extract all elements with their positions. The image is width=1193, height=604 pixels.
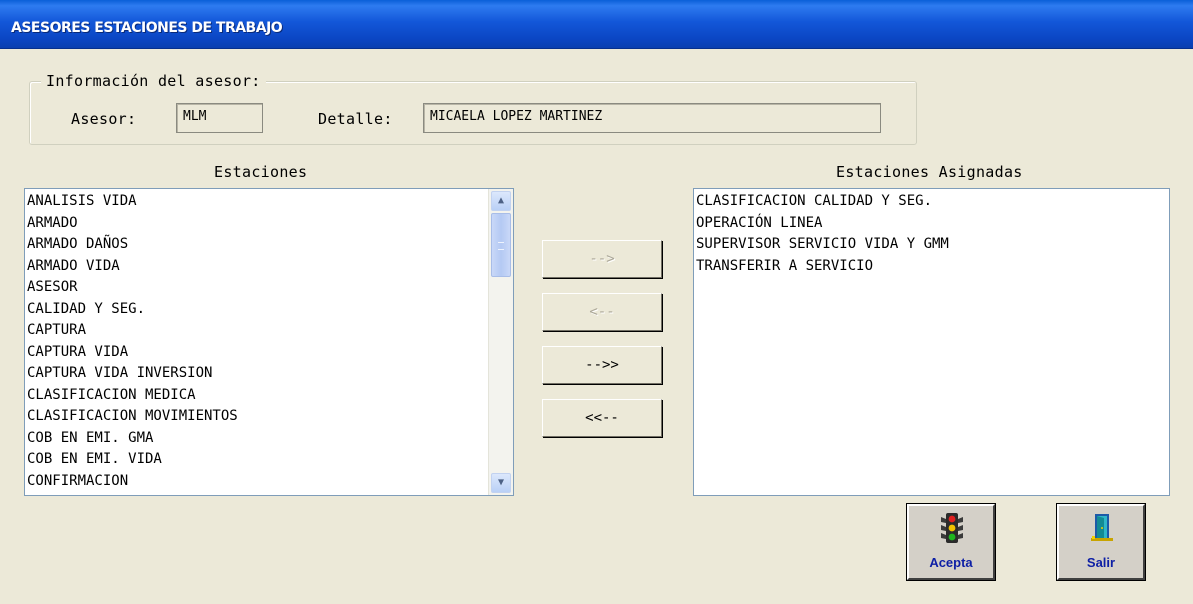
detalle-field[interactable]: MICAELA LOPEZ MARTINEZ [423, 103, 881, 133]
assigned-station-list-item[interactable]: TRANSFERIR A SERVICIO [694, 256, 1169, 278]
scroll-down-icon[interactable]: ▼ [491, 473, 511, 493]
station-list-item[interactable]: CAPTURA VIDA [25, 342, 513, 364]
assigned-station-list-item[interactable]: SUPERVISOR SERVICIO VIDA Y GMM [694, 234, 1169, 256]
traffic-light-icon [941, 513, 963, 543]
exit-button-label: Salir [1086, 555, 1116, 570]
assigned-station-list-item[interactable]: CLASIFICACION CALIDAD Y SEG. [694, 191, 1169, 213]
station-list-item[interactable]: ARMADO VIDA [25, 256, 513, 278]
stations-scrollbar[interactable]: ▲ ▼ [488, 189, 513, 495]
stations-list: ANALISIS VIDA ARMADO ARMADO DAÑOS ARMADO VI… [25, 189, 513, 495]
remove-all-button[interactable]: <<-- [542, 399, 662, 437]
stations-listbox[interactable]: ANALISIS VIDA ARMADO ARMADO DAÑOS ARMADO VI… [24, 188, 514, 496]
scroll-thumb[interactable] [491, 213, 511, 277]
detalle-label: Detalle: [318, 110, 393, 128]
exit-button[interactable]: Salir [1056, 503, 1146, 581]
assigned-stations-list: CLASIFICACION CALIDAD Y SEG. OPERACIÓN LI… [694, 189, 1169, 277]
asesor-field[interactable]: MLM [176, 103, 263, 133]
add-selected-button[interactable]: --> [542, 240, 662, 278]
stations-header: Estaciones [214, 163, 308, 181]
scroll-up-icon[interactable]: ▲ [491, 191, 511, 211]
station-list-item[interactable]: COB EN EMI. GMA [25, 428, 513, 450]
window-title: ASESORES ESTACIONES DE TRABAJO [11, 20, 283, 36]
station-list-item[interactable]: CLASIFICACION MEDICA [25, 385, 513, 407]
remove-selected-button[interactable]: <-- [542, 293, 662, 331]
station-list-item[interactable]: CALIDAD Y SEG. [25, 299, 513, 321]
station-list-item[interactable]: ARMADO DAÑOS [25, 234, 513, 256]
station-list-item[interactable]: CLASIFICACION MOVIMIENTOS [25, 406, 513, 428]
asesor-label: Asesor: [71, 110, 137, 128]
station-list-item[interactable]: ASESOR [25, 277, 513, 299]
station-list-item[interactable]: ANALISIS VIDA [25, 191, 513, 213]
station-list-item[interactable]: CONSULTA COBRANZA [25, 492, 513, 495]
advisor-info-legend: Información del asesor: [41, 72, 266, 90]
station-list-item[interactable]: CAPTURA VIDA INVERSION [25, 363, 513, 385]
station-list-item[interactable]: ARMADO [25, 213, 513, 235]
assigned-stations-header: Estaciones Asignadas [836, 163, 1023, 181]
assigned-stations-listbox[interactable]: CLASIFICACION CALIDAD Y SEG. OPERACIÓN LI… [693, 188, 1170, 496]
accept-button[interactable]: Acepta [906, 503, 996, 581]
station-list-item[interactable]: COB EN EMI. VIDA [25, 449, 513, 471]
accept-button-label: Acepta [929, 555, 973, 570]
station-list-item[interactable]: CONFIRMACION [25, 471, 513, 493]
station-list-item[interactable]: CAPTURA [25, 320, 513, 342]
assigned-station-list-item[interactable]: OPERACIÓN LINEA [694, 213, 1169, 235]
add-all-button[interactable]: -->> [542, 346, 662, 384]
exit-door-icon [1091, 514, 1113, 541]
